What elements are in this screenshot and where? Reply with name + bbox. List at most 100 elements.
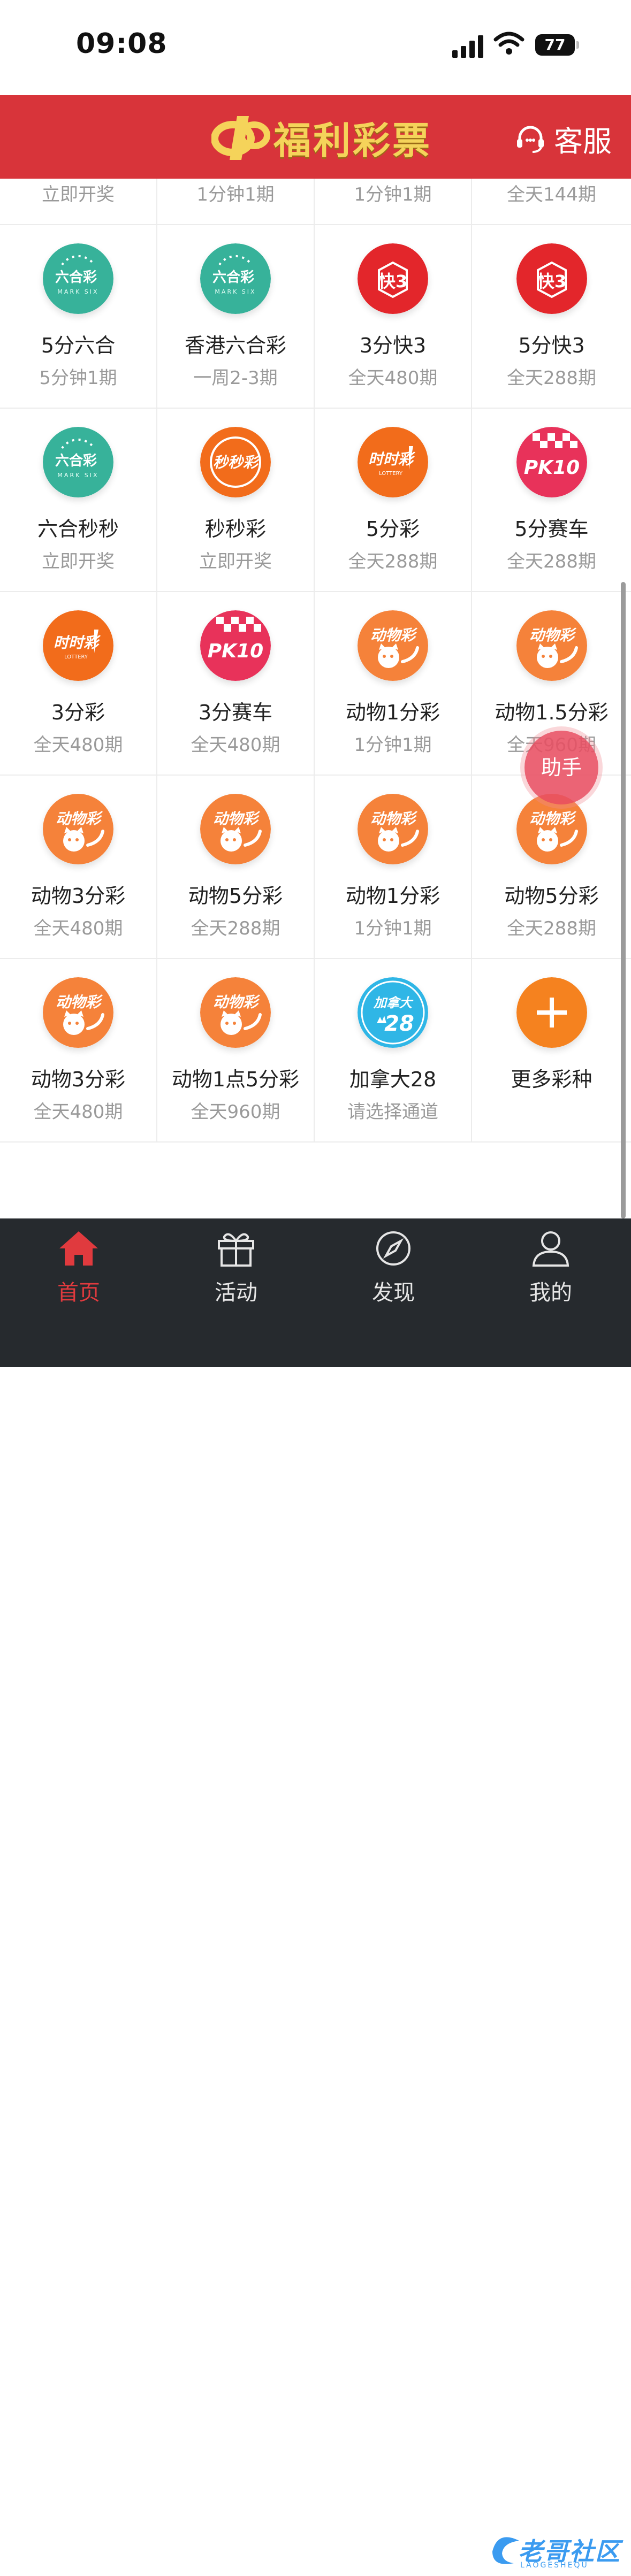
svg-text:动物彩: 动物彩: [370, 810, 418, 827]
game-tile[interactable]: 动物彩 动物3分彩 全天480期: [0, 959, 157, 1141]
game-schedule: 全天288期: [507, 918, 596, 939]
kuai3-icon: 快3: [358, 243, 428, 314]
lottery-grid[interactable]: PK10极速赛车立即开奖 11选51分11选51分钟1期 六合彩 MARK SI…: [0, 179, 631, 1217]
game-tile[interactable]: 六合彩 MARK SIX10分六合全天144期: [472, 179, 631, 224]
game-tile[interactable]: 快3 3分快3 全天480期: [315, 225, 472, 408]
app-header: 福利彩票 客服: [0, 95, 631, 179]
animal-icon: 动物彩: [358, 794, 428, 864]
game-name: 动物1分彩: [345, 701, 440, 724]
cellular-signal-icon: [452, 34, 484, 58]
game-schedule: 全天288期: [507, 367, 596, 389]
tab-discover-label: 发现: [372, 1281, 415, 1305]
welfare-lottery-logo: 福利彩票: [211, 108, 432, 167]
game-name: 3分快3: [359, 334, 427, 357]
kuai3-icon: 快3: [516, 243, 587, 314]
shishicai-icon: 时时彩 LOTTERY: [358, 427, 428, 497]
tab-activity-label: 活动: [215, 1281, 257, 1305]
battery-icon: 77: [535, 34, 579, 56]
headset-icon: [517, 126, 544, 153]
tab-home[interactable]: 首页: [0, 1229, 157, 1320]
game-schedule: 全天480期: [348, 367, 438, 389]
status-time: 09:08: [76, 28, 168, 60]
game-tile[interactable]: 秒秒彩 秒秒彩 立即开奖: [157, 409, 315, 591]
svg-text:MARK SIX: MARK SIX: [57, 288, 98, 295]
game-tile[interactable]: 六合彩 MARK SIX 六合秒秒立即开奖: [0, 409, 157, 591]
svg-text:动物彩: 动物彩: [370, 626, 418, 644]
assistant-button[interactable]: 助手: [524, 731, 598, 804]
mark-six-icon: 六合彩 MARK SIX: [43, 243, 113, 314]
game-row: PK10极速赛车立即开奖 11选51分11选51分钟1期 六合彩 MARK SI…: [0, 179, 631, 225]
game-tile[interactable]: 动物彩 动物1分彩 1分钟1期: [315, 776, 472, 958]
game-tile[interactable]: PK10极速赛车立即开奖: [0, 179, 157, 224]
game-name: 5分彩: [366, 517, 420, 541]
game-tile[interactable]: 六合彩 MARK SIX 5分六合 5分钟1期: [0, 225, 157, 408]
game-row: 动物彩 动物3分彩 全天480期 动物彩 动物5分彩全天288期 动物彩 动物1分…: [0, 776, 631, 959]
game-name: 5分快3: [518, 334, 585, 357]
game-tile[interactable]: 六合彩 MARK SIX 香港六合彩 一周2-3期: [157, 225, 315, 408]
svg-text:PK10: PK10: [208, 640, 263, 662]
game-name: 动物5分彩: [504, 884, 599, 908]
game-tile[interactable]: 快3 5分快3 全天288期: [472, 225, 631, 408]
game-schedule: 1分钟1期: [196, 184, 275, 205]
game-tile[interactable]: 更多彩种: [472, 959, 631, 1141]
game-tile[interactable]: PK10 5分赛车 全天288期: [472, 409, 631, 591]
svg-text:快3: 快3: [537, 271, 566, 292]
animal-icon: 动物彩: [43, 794, 113, 864]
game-name: 3分赛车: [198, 701, 273, 724]
game-schedule: 立即开奖: [42, 551, 115, 572]
game-schedule: 全天288期: [348, 551, 438, 572]
tab-activity[interactable]: 活动: [157, 1229, 315, 1320]
animal-icon: 动物彩: [200, 794, 271, 864]
customer-service-button[interactable]: 客服: [514, 118, 612, 160]
game-name: 5分赛车: [514, 517, 589, 541]
game-tile[interactable]: 时时彩 LOTTERY 3分彩 全天480期: [0, 592, 157, 775]
user-icon: [532, 1231, 569, 1267]
svg-text:LOTTERY: LOTTERY: [64, 654, 88, 660]
game-tile[interactable]: 动物彩 动物1分彩 1分钟1期: [315, 592, 472, 775]
game-schedule: 全天288期: [191, 918, 280, 939]
game-tile[interactable]: PK10 3分赛车 全天480期: [157, 592, 315, 775]
game-schedule: 请选择通道: [347, 1101, 438, 1123]
canada28-icon: 加拿大 28: [358, 977, 428, 1048]
svg-text:28: 28: [384, 1011, 414, 1036]
game-schedule: 一周2-3期: [193, 367, 278, 389]
game-name: 动物5分彩: [188, 884, 283, 908]
scrollbar[interactable]: [621, 582, 626, 1218]
svg-text:动物彩: 动物彩: [56, 810, 103, 827]
game-tile[interactable]: 11选51分11选51分钟1期: [157, 179, 315, 224]
logo-text: 福利彩票: [273, 118, 432, 163]
game-tile[interactable]: 加拿大 28 加拿大28 请选择通道: [315, 959, 472, 1141]
status-bar: 09:08 77: [0, 0, 631, 95]
animal-icon: 动物彩: [516, 610, 587, 681]
game-tile[interactable]: 动物彩 动物3分彩 全天480期: [0, 776, 157, 958]
game-schedule: 全天480期: [33, 734, 123, 756]
watermark-sub: LAOGESHEQU: [520, 2561, 589, 2570]
svg-text:MARK SIX: MARK SIX: [215, 288, 256, 295]
miaomiao-icon: 秒秒彩: [200, 427, 271, 497]
game-tile[interactable]: 动物彩 动物1点5分彩 全天960期: [157, 959, 315, 1141]
tab-discover[interactable]: 发现: [315, 1229, 472, 1320]
svg-text:快3: 快3: [378, 271, 407, 292]
game-schedule: 5分钟1期: [39, 367, 117, 389]
svg-text:加拿大: 加拿大: [373, 995, 414, 1010]
svg-text:LOTTERY: LOTTERY: [379, 471, 403, 477]
game-name: 六合秒秒: [37, 517, 119, 541]
game-tile[interactable]: 六合彩 MARK SIX1分六合1分钟1期: [315, 179, 472, 224]
svg-text:MARK SIX: MARK SIX: [57, 472, 98, 479]
svg-text:PK10: PK10: [523, 457, 579, 479]
animal-icon: 动物彩: [358, 610, 428, 681]
svg-text:动物彩: 动物彩: [56, 993, 103, 1011]
bottom-tab-bar: 首页 活动 发现 我的 老哥社区 LAOGESHEQU: [0, 1218, 631, 2570]
svg-text:秒秒彩: 秒秒彩: [213, 454, 261, 471]
svg-text:六合彩: 六合彩: [55, 269, 97, 286]
svg-text:动物彩: 动物彩: [529, 810, 576, 827]
mark-six-icon: 六合彩 MARK SIX: [43, 427, 113, 497]
svg-text:动物彩: 动物彩: [213, 993, 261, 1011]
game-tile[interactable]: 时时彩 LOTTERY 5分彩全天288期: [315, 409, 472, 591]
game-schedule: 立即开奖: [42, 184, 115, 205]
game-name: 5分六合: [41, 334, 116, 357]
lottery-grid-content: PK10极速赛车立即开奖 11选51分11选51分钟1期 六合彩 MARK SI…: [0, 179, 631, 1143]
animal-icon: 动物彩: [516, 794, 587, 864]
game-tile[interactable]: 动物彩 动物5分彩全天288期: [157, 776, 315, 958]
tab-mine[interactable]: 我的: [472, 1229, 629, 1320]
